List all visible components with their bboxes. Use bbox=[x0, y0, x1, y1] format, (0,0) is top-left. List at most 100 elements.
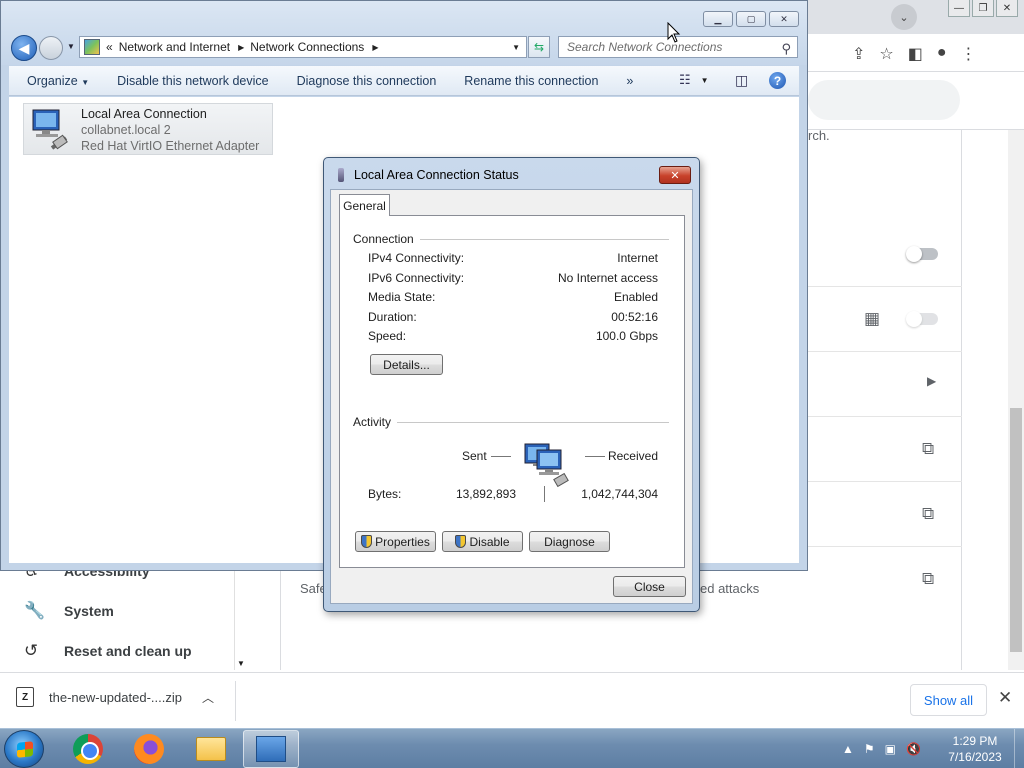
rename-connection-button[interactable]: Rename this connection bbox=[450, 74, 612, 88]
view-icon: ☷ bbox=[679, 72, 691, 87]
search-icon[interactable]: ⚲ bbox=[781, 39, 791, 59]
properties-button[interactable]: Properties bbox=[355, 531, 436, 552]
organize-menu[interactable]: Organize ▼ bbox=[9, 74, 103, 88]
uac-shield-icon bbox=[361, 535, 373, 548]
chrome-window-controls: — ❐ ✕ bbox=[948, 0, 1018, 17]
search-placeholder: Search Network Connections bbox=[567, 40, 723, 54]
profile-avatar-icon[interactable]: ● bbox=[937, 44, 947, 64]
chevron-right-icon[interactable]: ▶ bbox=[927, 374, 936, 388]
dialog-title: Local Area Connection Status bbox=[354, 168, 519, 182]
organize-label: Organize bbox=[27, 73, 78, 88]
connection-item-local-area[interactable]: Local Area Connection collabnet.local 2 … bbox=[23, 103, 273, 155]
download-filename: the-new-updated-....zip bbox=[49, 689, 182, 705]
help-icon[interactable]: ? bbox=[769, 72, 786, 89]
back-button[interactable]: ◀ bbox=[11, 35, 37, 61]
zip-file-icon: Z bbox=[16, 687, 34, 707]
close-download-bar-icon[interactable]: ✕ bbox=[998, 688, 1012, 708]
taskbar-chrome[interactable] bbox=[60, 730, 116, 768]
forward-button[interactable] bbox=[39, 36, 63, 60]
open-external-icon[interactable]: ⧉ bbox=[922, 504, 934, 524]
share-icon[interactable]: ⇪ bbox=[852, 44, 865, 64]
scroll-down-arrow-icon[interactable]: ▼ bbox=[237, 659, 245, 668]
sidebar-item-system[interactable]: 🔧 System bbox=[0, 593, 248, 629]
open-external-icon[interactable]: ⧉ bbox=[922, 569, 934, 589]
preview-pane-icon[interactable]: ◫ bbox=[735, 72, 748, 89]
start-button[interactable] bbox=[4, 730, 44, 768]
properties-label: Properties bbox=[375, 534, 430, 549]
refresh-button[interactable]: ⇆ bbox=[528, 36, 550, 58]
breadcrumb-network-connections[interactable]: Network Connections bbox=[250, 40, 364, 54]
show-all-button[interactable]: Show all bbox=[910, 684, 987, 716]
settings-scroll-thumb[interactable] bbox=[1010, 408, 1022, 652]
dialog-close-button[interactable]: ✕ bbox=[659, 166, 691, 184]
close-button[interactable]: ✕ bbox=[769, 11, 799, 27]
sidebar-item-reset[interactable]: ↺ Reset and clean up bbox=[0, 633, 248, 669]
bookmark-star-icon[interactable]: ☆ bbox=[879, 44, 893, 64]
disable-button[interactable]: Disable bbox=[442, 531, 523, 552]
taskbar: ▲ ⚑ ▣ 🔇 1:29 PM 7/16/2023 bbox=[0, 728, 1024, 768]
recent-pages-dropdown-icon[interactable]: ▼ bbox=[67, 42, 75, 51]
close-dialog-button[interactable]: Close bbox=[613, 576, 686, 597]
row-divider bbox=[808, 351, 962, 352]
settings-search-box[interactable] bbox=[808, 80, 960, 120]
sidebar-item-label: System bbox=[64, 603, 114, 619]
chrome-menu-icon[interactable]: ⋮ bbox=[961, 44, 977, 64]
bytes-divider bbox=[544, 486, 545, 502]
taskbar-network-connections[interactable] bbox=[243, 730, 299, 768]
open-external-icon[interactable]: ⧉ bbox=[922, 439, 934, 459]
ipv4-label: IPv4 Connectivity: bbox=[368, 251, 465, 265]
clock-time: 1:29 PM bbox=[952, 734, 998, 748]
address-dropdown-icon[interactable]: ▼ bbox=[512, 43, 520, 52]
volume-muted-icon[interactable]: 🔇 bbox=[906, 742, 921, 756]
change-view-button[interactable]: ☷ ▼ bbox=[679, 72, 709, 88]
folder-icon bbox=[196, 737, 226, 761]
diagnose-button[interactable]: Diagnose bbox=[529, 531, 610, 552]
download-item[interactable]: Z the-new-updated-....zip ︿ bbox=[16, 687, 214, 707]
settings-toggle-1[interactable] bbox=[906, 246, 938, 262]
received-label: Received bbox=[607, 449, 658, 463]
disable-device-button[interactable]: Disable this network device bbox=[103, 74, 282, 88]
chrome-close-button[interactable]: ✕ bbox=[996, 0, 1018, 17]
side-panel-icon[interactable]: ◧ bbox=[908, 44, 923, 64]
network-connections-icon bbox=[256, 736, 286, 762]
clock-date: 7/16/2023 bbox=[948, 750, 1002, 764]
row-divider bbox=[808, 416, 962, 417]
chrome-restore-button[interactable]: ❐ bbox=[972, 0, 994, 17]
action-center-flag-icon[interactable]: ⚑ bbox=[864, 742, 875, 756]
tab-general[interactable]: General bbox=[339, 194, 390, 216]
address-bar[interactable]: « Network and Internet ▶ Network Connect… bbox=[79, 36, 527, 58]
details-button[interactable]: Details... bbox=[370, 354, 443, 375]
explorer-window-controls: ▁ ▢ ✕ bbox=[703, 11, 799, 27]
network-tray-icon[interactable]: ▣ bbox=[885, 742, 896, 756]
minimize-button[interactable]: ▁ bbox=[703, 11, 733, 27]
wrench-icon: 🔧 bbox=[24, 601, 46, 620]
settings-toggle-2[interactable] bbox=[906, 311, 938, 327]
duration-label: Duration: bbox=[368, 310, 417, 324]
chrome-minimize-button[interactable]: — bbox=[948, 0, 970, 17]
taskbar-firefox[interactable] bbox=[121, 730, 177, 768]
command-bar: Organize ▼ Disable this network device D… bbox=[9, 66, 799, 96]
show-hidden-icons-icon[interactable]: ▲ bbox=[842, 742, 854, 756]
disable-label: Disable bbox=[469, 534, 510, 549]
firefox-icon bbox=[134, 734, 164, 764]
chevron-up-icon[interactable]: ︿ bbox=[202, 689, 214, 706]
media-state-value: Enabled bbox=[613, 290, 658, 304]
taskbar-explorer[interactable] bbox=[183, 730, 239, 768]
tab-search-button[interactable]: ⌄ bbox=[891, 4, 917, 30]
activity-group-label: Activity bbox=[353, 415, 398, 429]
row-divider bbox=[808, 546, 962, 547]
breadcrumb-separator-icon[interactable]: ▶ bbox=[372, 43, 378, 52]
diagnose-connection-button[interactable]: Diagnose this connection bbox=[283, 74, 451, 88]
overflow-chevron-icon[interactable]: « bbox=[106, 40, 113, 54]
breadcrumb-network-and-internet[interactable]: Network and Internet bbox=[119, 40, 230, 54]
breadcrumb-separator-icon[interactable]: ▶ bbox=[238, 43, 244, 52]
mouse-cursor-icon bbox=[667, 22, 681, 43]
sent-label: Sent bbox=[462, 449, 487, 463]
more-commands-button[interactable]: » bbox=[612, 74, 647, 88]
maximize-button[interactable]: ▢ bbox=[736, 11, 766, 27]
clock[interactable]: 1:29 PM 7/16/2023 bbox=[940, 733, 1010, 765]
activity-group-line bbox=[353, 422, 669, 423]
show-desktop-button[interactable] bbox=[1014, 729, 1024, 768]
connection-adapter: Red Hat VirtIO Ethernet Adapter bbox=[81, 139, 260, 153]
sidebar-scrollbar[interactable]: ▼ bbox=[234, 568, 248, 670]
